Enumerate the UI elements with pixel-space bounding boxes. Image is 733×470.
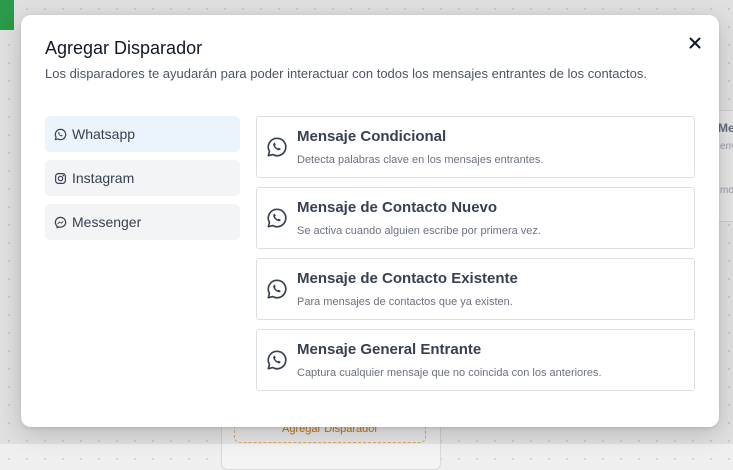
trigger-description: Detecta palabras clave en los mensajes e… [297, 154, 544, 166]
messenger-icon [54, 216, 67, 229]
trigger-title: Mensaje de Contacto Existente [297, 270, 518, 287]
trigger-description: Se activa cuando alguien escribe por pri… [297, 225, 541, 237]
channel-tab-whatsapp[interactable]: Whatsapp [45, 116, 240, 152]
whatsapp-icon [267, 279, 287, 299]
channel-tab-messenger[interactable]: Messenger [45, 204, 240, 240]
whatsapp-icon [267, 137, 287, 157]
trigger-option-existing-contact[interactable]: Mensaje de Contacto Existente Para mensa… [256, 258, 695, 320]
channel-tab-instagram[interactable]: Instagram [45, 160, 240, 196]
trigger-description: Para mensajes de contactos que ya existe… [297, 296, 513, 308]
close-icon [689, 37, 701, 49]
channel-list: Whatsapp Instagram Messenger [45, 116, 240, 248]
whatsapp-icon [54, 128, 67, 141]
whatsapp-icon [267, 350, 287, 370]
close-button[interactable] [684, 32, 706, 54]
instagram-icon [54, 172, 67, 185]
modal-title: Agregar Disparador [45, 38, 203, 58]
channel-label: Messenger [72, 214, 142, 230]
trigger-title: Mensaje de Contacto Nuevo [297, 199, 498, 216]
trigger-option-general-incoming[interactable]: Mensaje General Entrante Captura cualqui… [256, 329, 695, 391]
trigger-option-new-contact[interactable]: Mensaje de Contacto Nuevo Se activa cuan… [256, 187, 695, 249]
trigger-title: Mensaje Condicional [297, 128, 447, 145]
modal-description: Los disparadores te ayudarán para poder … [45, 66, 647, 81]
whatsapp-icon [267, 208, 287, 228]
trigger-options: Mensaje Condicional Detecta palabras cla… [256, 116, 695, 400]
trigger-option-conditional[interactable]: Mensaje Condicional Detecta palabras cla… [256, 116, 695, 178]
channel-label: Instagram [72, 170, 135, 186]
trigger-title: Mensaje General Entrante [297, 341, 482, 358]
trigger-description: Captura cualquier mensaje que no coincid… [297, 367, 602, 379]
channel-label: Whatsapp [72, 126, 136, 142]
add-trigger-modal: Agregar Disparador Los disparadores te a… [21, 15, 719, 427]
